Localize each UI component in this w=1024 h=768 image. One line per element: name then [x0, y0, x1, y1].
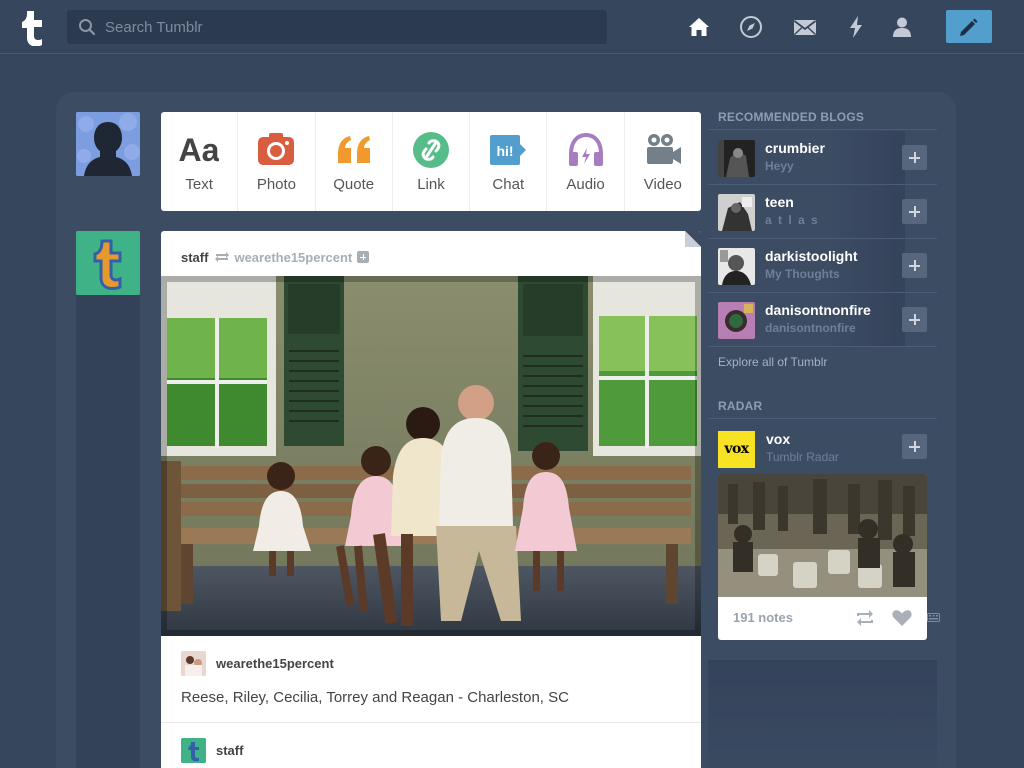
blog-avatar[interactable]: [718, 302, 755, 339]
home-icon[interactable]: [686, 14, 712, 40]
post-type-bar: Aa Text Photo Quote Link hi! Chat Audio: [161, 112, 701, 211]
link-icon: [411, 130, 451, 170]
divider: [708, 418, 937, 419]
post-type-chat[interactable]: hi! Chat: [470, 112, 548, 211]
mail-icon[interactable]: [792, 14, 818, 40]
reblog-blog-name[interactable]: staff: [216, 743, 243, 758]
reblog-entry: staff: [181, 738, 243, 763]
blog-name[interactable]: teen: [765, 194, 794, 210]
top-navigation-bar: [0, 0, 1024, 54]
heart-icon[interactable]: [891, 607, 913, 629]
svg-text:hi!: hi!: [497, 143, 514, 159]
blog-avatar[interactable]: [718, 248, 755, 285]
blog-name[interactable]: darkistoolight: [765, 248, 858, 264]
blog-name[interactable]: danisontnonfire: [765, 302, 871, 318]
blog-description: Heyy: [765, 159, 794, 173]
post-type-label: Quote: [333, 176, 375, 193]
follow-button[interactable]: [902, 199, 927, 224]
radar-title: RADAR: [718, 399, 763, 413]
lightning-icon[interactable]: [843, 14, 869, 40]
staff-avatar[interactable]: [76, 231, 140, 295]
recommended-blog-item[interactable]: danisontnonfire danisontnonfire: [708, 293, 937, 347]
post-type-quote[interactable]: Quote: [316, 112, 393, 211]
pencil-icon: [960, 18, 978, 36]
post-caption: Reese, Riley, Cecilia, Torrey and Reagan…: [181, 689, 569, 706]
notes-count[interactable]: 191 notes: [733, 610, 793, 625]
text-icon: Aa: [179, 130, 220, 170]
post-type-label: Video: [643, 176, 682, 193]
follow-button[interactable]: [902, 253, 927, 278]
post-type-label: Audio: [566, 176, 605, 193]
divider: [708, 129, 937, 130]
avatar-rail: [76, 295, 140, 768]
post-type-photo[interactable]: Photo: [238, 112, 316, 211]
radar-blog-name[interactable]: vox: [766, 431, 790, 447]
follow-plus-icon[interactable]: [357, 251, 370, 263]
radar-post: 191 notes: [718, 474, 927, 640]
reblog-icon: [215, 252, 230, 262]
post-type-label: Link: [417, 176, 445, 193]
blog-description: My Thoughts: [765, 267, 840, 281]
reblog-entry: wearethe15percent: [181, 651, 334, 676]
post-type-video[interactable]: Video: [625, 112, 701, 211]
blog-avatar[interactable]: [718, 140, 755, 177]
tumblr-logo-icon[interactable]: [18, 8, 48, 47]
post-corner-fold[interactable]: [685, 231, 701, 247]
radar-blog-description: Tumblr Radar: [766, 450, 839, 464]
recommended-blog-item[interactable]: darkistoolight My Thoughts: [708, 239, 937, 293]
camera-icon: [256, 130, 296, 170]
compose-post-button[interactable]: [946, 10, 992, 43]
keyboard-shortcuts-icon[interactable]: [927, 611, 940, 624]
radar-blog-header: vox vox Tumblr Radar: [718, 428, 937, 472]
chat-icon: hi!: [488, 130, 528, 170]
user-avatar[interactable]: [76, 112, 140, 176]
video-camera-icon: [643, 130, 683, 170]
post-type-link[interactable]: Link: [393, 112, 471, 211]
headphones-icon: [566, 130, 606, 170]
radar-post-image[interactable]: [718, 474, 927, 597]
follow-button[interactable]: [902, 145, 927, 170]
blog-description: a t l a s: [765, 213, 820, 227]
svg-text:Aa: Aa: [179, 132, 219, 168]
follow-button[interactable]: [902, 434, 927, 459]
person-icon[interactable]: [889, 14, 915, 40]
vox-avatar[interactable]: vox: [718, 431, 755, 468]
quote-icon: [334, 130, 374, 170]
post-author-link[interactable]: staff: [181, 250, 208, 265]
follow-button[interactable]: [902, 307, 927, 332]
blog-description: danisontnonfire: [765, 321, 856, 335]
blog-name[interactable]: crumbier: [765, 140, 825, 156]
reblog-blog-name[interactable]: wearethe15percent: [216, 656, 334, 671]
recommended-blog-item[interactable]: teen a t l a s: [708, 185, 937, 239]
reblog-icon[interactable]: [854, 607, 876, 629]
wearethe15percent-avatar[interactable]: [181, 651, 206, 676]
post-type-audio[interactable]: Audio: [547, 112, 625, 211]
post-type-label: Photo: [256, 176, 297, 193]
reblogged-from-link[interactable]: wearethe15percent: [234, 250, 352, 265]
search-box[interactable]: [67, 10, 607, 44]
post-photo[interactable]: [161, 276, 701, 636]
dashboard-post: staff wearethe15percent wearethe15percen…: [161, 231, 701, 768]
sidebar-footer-area: [708, 660, 937, 768]
search-icon: [78, 18, 96, 36]
staff-mini-avatar[interactable]: [181, 738, 206, 763]
post-type-text[interactable]: Aa Text: [161, 112, 239, 211]
blog-avatar[interactable]: [718, 194, 755, 231]
explore-link[interactable]: Explore all of Tumblr: [718, 355, 827, 369]
recommended-blogs-title: RECOMMENDED BLOGS: [718, 110, 865, 124]
compass-icon[interactable]: [738, 14, 764, 40]
divider: [161, 722, 701, 723]
post-header: staff wearethe15percent: [181, 247, 370, 267]
search-input[interactable]: [105, 10, 595, 44]
post-type-label: Chat: [492, 176, 525, 193]
recommended-blog-item[interactable]: crumbier Heyy: [708, 131, 937, 185]
post-type-label: Text: [185, 176, 213, 193]
